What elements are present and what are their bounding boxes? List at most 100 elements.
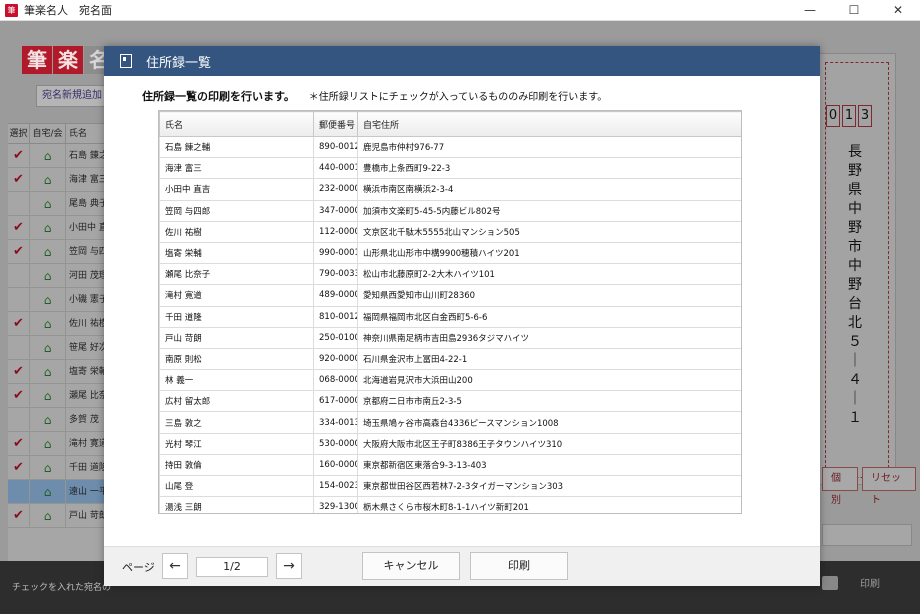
- checkmark-icon[interactable]: ✔: [8, 432, 30, 455]
- cell-name: 笠岡 与四郎: [159, 199, 314, 222]
- prev-page-button[interactable]: ←: [162, 553, 188, 579]
- cell-zip: 329-1300: [313, 496, 358, 513]
- house-icon: ⌂: [30, 168, 66, 191]
- print-button[interactable]: 印刷: [470, 552, 568, 580]
- address-char: １: [848, 410, 862, 426]
- checkmark-icon[interactable]: ✔: [8, 144, 30, 167]
- table-row[interactable]: 海津 富三 440-0001 豊橋市上条西町9-22-3: [159, 157, 741, 180]
- arrow-left-icon: ←: [169, 558, 181, 574]
- list-item[interactable]: ✔ ⌂ 海津 富三: [8, 168, 106, 192]
- cell-zip: 990-0001: [313, 241, 358, 265]
- list-item[interactable]: ✔⌂小田中 直吉: [8, 216, 106, 240]
- checkmark-icon[interactable]: ✔: [8, 384, 30, 407]
- table-row[interactable]: 光村 琴江 530-0000 大阪府大阪市北区王子町8386王子タウンハイツ310: [159, 432, 741, 455]
- cell-address: 栃木県さくら市桜木町8-1-1ハイツ新町201: [357, 496, 741, 513]
- preview-buttons: 個別 リセット: [822, 467, 920, 506]
- list-item[interactable]: ⌂ 尾島 典子: [8, 192, 106, 216]
- address-char: 県: [848, 182, 862, 198]
- checkmark-icon[interactable]: ✔: [8, 312, 30, 335]
- list-item[interactable]: ✔⌂笠岡 与四郎: [8, 240, 106, 264]
- table-row[interactable]: 林 義一 068-0000 北海道岩見沢市大浜田山200: [159, 369, 741, 392]
- checkmark-icon[interactable]: ✔: [8, 240, 30, 263]
- table-row[interactable]: 瀬尾 比奈子 790-0033 松山市北藤原町2-2大木ハイツ101: [159, 263, 741, 286]
- table-row[interactable]: 滝村 寛道 489-0000 愛知県西愛知市山川町28360: [159, 284, 741, 307]
- close-icon[interactable]: ✕: [876, 0, 920, 21]
- list-item-name: 石島 錬之輔: [69, 151, 106, 161]
- cell-address: 愛知県西愛知市山川町28360: [357, 284, 741, 307]
- maximize-icon[interactable]: ☐: [832, 0, 876, 21]
- checkmark-icon[interactable]: [8, 480, 30, 503]
- table-row[interactable]: 塩寄 栄輔 990-0001 山形県北山形市中構9900穂積ハイツ201: [159, 241, 741, 265]
- list-item-name: 笠岡 与四郎: [69, 247, 106, 257]
- list-item-name: 笹尾 好次: [69, 343, 106, 353]
- cell-address: 大阪府大阪市北区王子町8386王子タウンハイツ310: [357, 432, 741, 455]
- list-item[interactable]: ✔ ⌂ 滝村 寛道: [8, 432, 106, 456]
- individual-button[interactable]: 個別: [822, 467, 858, 506]
- main-print-button[interactable]: 印刷: [822, 575, 880, 590]
- table-row[interactable]: 広村 留太郎 617-0000 京都府二日市市南丘2-3-5: [159, 390, 741, 413]
- list-item-name: 滝村 寛道: [69, 439, 106, 449]
- cell-zip: 489-0000: [313, 284, 358, 307]
- table-row[interactable]: 山尾 登 154-0023 東京都世田谷区西若林7-2-3タイガーマンション303: [159, 474, 741, 498]
- checkmark-icon[interactable]: ✔: [8, 360, 30, 383]
- checkmark-icon[interactable]: [8, 264, 30, 287]
- list-item[interactable]: ✔⌂瀬尾 比奈子: [8, 384, 106, 408]
- checkmark-icon[interactable]: ✔: [8, 504, 30, 527]
- table-row[interactable]: 持田 敦倫 160-0000 東京都新宿区東落合9-3-13-403: [159, 453, 741, 477]
- column-header-name[interactable]: 氏名: [159, 111, 314, 137]
- address-char: 市: [848, 239, 862, 255]
- table-body: 石島 錬之輔 890-0012 鹿児島市仲村976-77 海津 富三 440-0001 豊…: [159, 135, 741, 513]
- house-icon: ⌂: [30, 288, 66, 311]
- table-row[interactable]: 千田 道隆 810-0012 福岡県福岡市北区白金西町5-6-6: [159, 305, 741, 328]
- column-header-zip[interactable]: 郵便番号: [313, 111, 358, 137]
- list-header-type: 自宅/会: [30, 124, 66, 143]
- next-page-button[interactable]: →: [276, 553, 302, 579]
- table-row[interactable]: 湯浅 三朗 329-1300 栃木県さくら市桜木町8-1-1ハイツ新町201: [159, 496, 741, 513]
- checkmark-icon[interactable]: [8, 192, 30, 215]
- checkmark-icon[interactable]: [8, 336, 30, 359]
- preview-select[interactable]: [822, 524, 912, 546]
- checkmark-icon[interactable]: [8, 288, 30, 311]
- cell-name: 佐川 祐樹: [159, 220, 314, 243]
- house-icon: ⌂: [30, 456, 66, 479]
- house-icon: ⌂: [30, 480, 66, 503]
- zip-digit: 0: [826, 105, 840, 127]
- cell-name: 戸山 苛朗: [159, 326, 314, 349]
- checkmark-icon[interactable]: ✔: [8, 168, 30, 191]
- list-item[interactable]: ⌂ 多賀 茂: [8, 408, 106, 432]
- column-header-address[interactable]: 自宅住所: [357, 111, 741, 137]
- list-item[interactable]: ✔ ⌂ 塩寄 栄輔: [8, 360, 106, 384]
- cancel-button[interactable]: キャンセル: [362, 552, 460, 580]
- cell-address: 埼玉県鳩ヶ谷市高森台4336ピースマンション1008: [357, 411, 741, 434]
- reset-button[interactable]: リセット: [862, 467, 916, 506]
- address-table-container[interactable]: 氏名 郵便番号 自宅住所 石島 錬之輔 890-0012 鹿児島市仲村976-77 海…: [158, 110, 742, 514]
- table-row[interactable]: 小田中 直吉 232-0000 横浜市南区南横浜2-3-4: [159, 178, 741, 201]
- list-item[interactable]: ✔⌂石島 錬之輔: [8, 144, 106, 168]
- checkmark-icon[interactable]: ✔: [8, 456, 30, 479]
- minimize-icon[interactable]: —: [788, 0, 832, 21]
- list-item[interactable]: ✔ ⌂ 千田 道隆: [8, 456, 106, 480]
- table-row[interactable]: 三島 敦之 334-0013 埼玉県鳩ヶ谷市高森台4336ピースマンション1008: [159, 411, 741, 434]
- window-titlebar: 筆 筆楽名人 宛名面 — ☐ ✕: [0, 0, 920, 21]
- table-row[interactable]: 戸山 苛朗 250-0100 神奈川県南足柄市吉田島2936タジマハイツ: [159, 326, 741, 349]
- list-item[interactable]: ✔ ⌂ 佐川 祐樹: [8, 312, 106, 336]
- list-item[interactable]: ⌂ 小磯 憲子: [8, 288, 106, 312]
- checkmark-icon[interactable]: [8, 408, 30, 431]
- list-item[interactable]: ⌂河田 茂理子: [8, 264, 106, 288]
- cell-address: 加須市文楽町5-45-5内藤ビル802号: [357, 199, 741, 222]
- list-item-name: 瀬尾 比奈子: [69, 391, 106, 401]
- list-header-select: 選択: [8, 124, 30, 143]
- list-item[interactable]: ⌂ 笹尾 好次: [8, 336, 106, 360]
- table-row[interactable]: 佐川 祐樹 112-0000 文京区北千駄木5555北山マンション505: [159, 220, 741, 243]
- list-item[interactable]: ⌂ 遠山 一平: [8, 480, 106, 504]
- cell-name: 山尾 登: [159, 474, 314, 498]
- add-address-button[interactable]: 宛名新規追加: [36, 85, 108, 107]
- cell-name: 持田 敦倫: [159, 453, 314, 477]
- list-body: ✔⌂石島 錬之輔✔⌂海津 富三⌂尾島 典子✔⌂小田中 直吉✔⌂笠岡 与四郎⌂河田…: [8, 144, 106, 528]
- list-item[interactable]: ✔ ⌂ 戸山 苛朗: [8, 504, 106, 528]
- table-row[interactable]: 南原 則松 920-0000 石川県金沢市上冨田4-22-1: [159, 347, 741, 371]
- table-row[interactable]: 石島 錬之輔 890-0012 鹿児島市仲村976-77: [159, 135, 741, 159]
- table-row[interactable]: 笠岡 与四郎 347-0000 加須市文楽町5-45-5内藤ビル802号: [159, 199, 741, 222]
- checkmark-icon[interactable]: ✔: [8, 216, 30, 239]
- house-icon: ⌂: [30, 240, 66, 263]
